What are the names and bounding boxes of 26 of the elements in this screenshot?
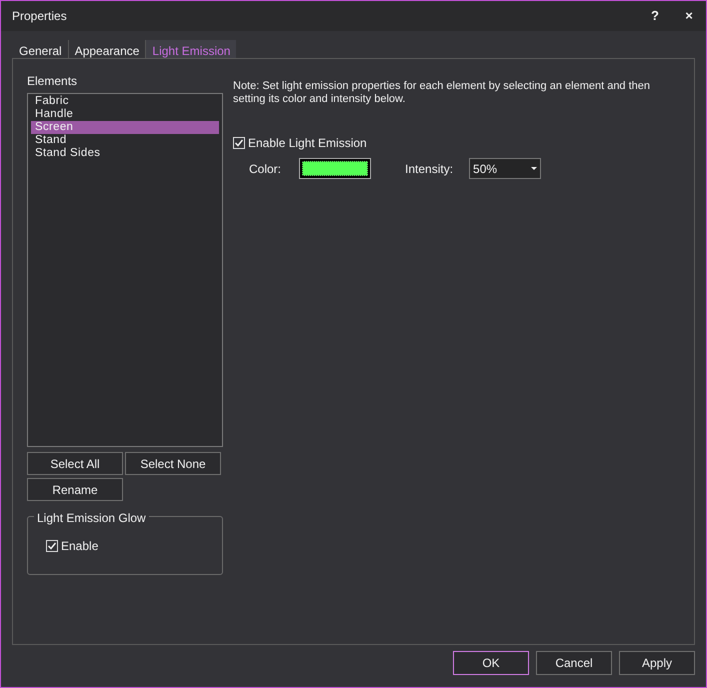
list-item[interactable]: Stand <box>31 134 219 147</box>
dialog-button[interactable]: Cancel <box>536 651 612 675</box>
list-item[interactable]: Screen <box>31 121 219 134</box>
dialog-button[interactable]: OK <box>453 651 529 675</box>
list-label: Elements <box>27 73 78 90</box>
list-item[interactable]: Fabric <box>31 95 219 108</box>
checkbox-label: Enable <box>61 538 98 555</box>
intensity-dropdown[interactable]: 50% <box>469 158 542 179</box>
list-button[interactable]: Select All <box>27 452 123 475</box>
checkbox-label: Enable Light Emission <box>248 135 367 152</box>
color-swatch[interactable] <box>299 158 372 179</box>
tab[interactable]: General <box>13 40 69 58</box>
list-item[interactable]: Handle <box>31 108 219 121</box>
note-text: Note: Set light emission properties for each element by selecting an element and then setting its color and intensity below. <box>233 80 652 106</box>
list-item[interactable]: Stand Sides <box>31 147 219 160</box>
dropdown-arrow-icon <box>531 167 538 170</box>
help-button[interactable]: ? <box>638 6 672 26</box>
checkbox[interactable] <box>233 137 245 149</box>
intensity-label: Intensity: <box>405 160 454 178</box>
list-button[interactable]: Rename <box>27 478 123 501</box>
checkbox[interactable] <box>46 540 58 552</box>
window-title: Properties <box>12 8 68 25</box>
list-button[interactable]: Select None <box>125 452 221 475</box>
color-label: Color: <box>249 160 282 178</box>
close-button[interactable]: × <box>672 6 706 26</box>
dialog-button[interactable]: Apply <box>619 651 695 675</box>
